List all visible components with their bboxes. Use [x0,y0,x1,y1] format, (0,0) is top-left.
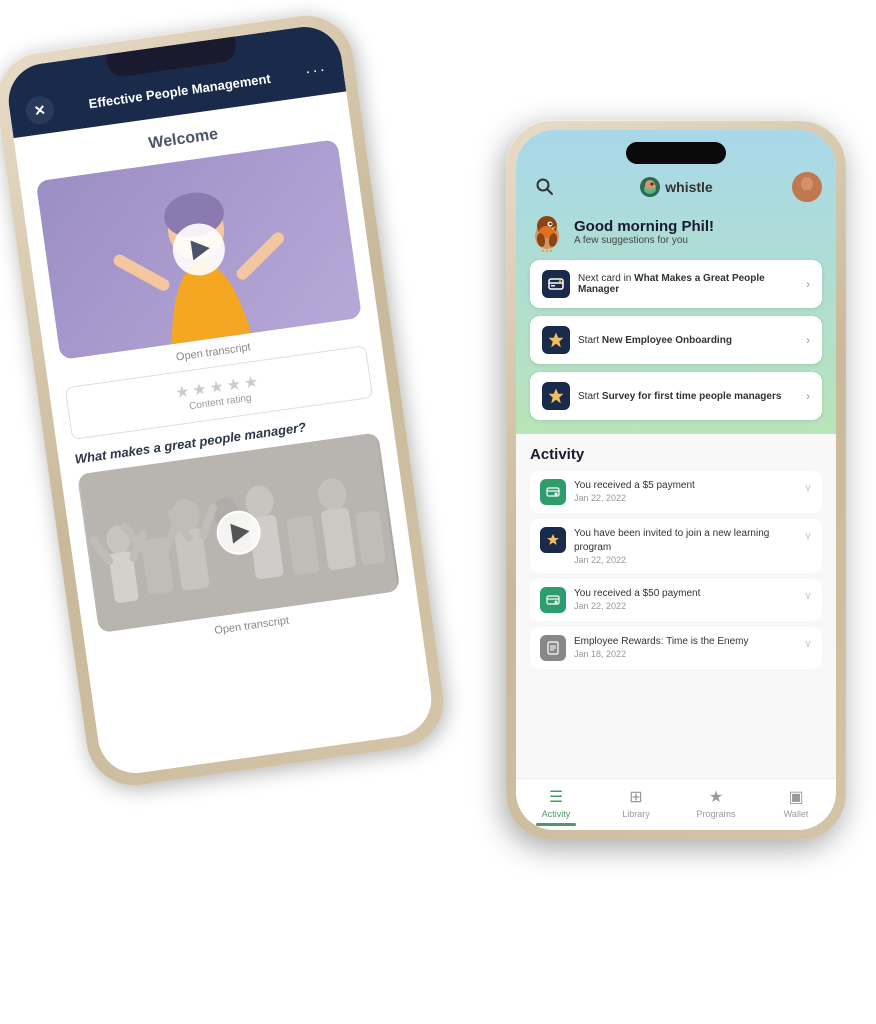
video-card-2[interactable] [77,432,400,633]
suggestion-card-2[interactable]: Start New Employee Onboarding › [530,316,822,364]
activity-content-2: You have been invited to join a new lear… [574,527,796,565]
chevron-icon-1: › [806,277,810,291]
suggestion-card-3[interactable]: Start Survey for first time people manag… [530,372,822,420]
activity-content-3: You received a $50 payment Jan 22, 2022 [574,587,796,611]
activity-date-4: Jan 18, 2022 [574,649,796,659]
phone-front: whistle [506,120,846,840]
activity-date-2: Jan 22, 2022 [574,555,796,565]
logo-text: whistle [665,179,712,195]
bird-mascot [530,212,564,252]
active-indicator [536,823,576,826]
greeting-text: Good morning Phil! A few suggestions for… [574,218,714,246]
programs-nav-label: Programs [696,809,735,819]
nav-activity[interactable]: ☰ Activity [516,787,596,826]
activity-area: Activity You received a $5 payment Jan 2 [516,434,836,778]
suggestion-icon-2 [542,326,570,354]
expand-icon-1: ∨ [804,481,812,494]
phone-back-shell: ✕ Effective People Management ··· Welcom… [0,9,450,792]
nav-programs[interactable]: ★ Programs [676,787,756,826]
close-icon: ✕ [33,101,47,119]
library-nav-icon: ⊞ [629,787,642,807]
suggestion-text-3: Start Survey for first time people manag… [578,391,798,402]
phone-front-shell: whistle [506,120,846,840]
nav-library[interactable]: ⊞ Library [596,787,676,826]
expand-icon-3: ∨ [804,589,812,602]
logo-bird-icon [639,176,661,198]
programs-nav-icon: ★ [709,787,723,807]
play-icon [190,238,211,260]
payment-icon-2 [540,587,566,613]
star-icon [548,332,564,348]
learning-icon [540,527,566,553]
phone-front-screen: whistle [516,130,836,830]
close-button[interactable]: ✕ [24,94,56,126]
header-area: whistle [516,130,836,434]
user-avatar[interactable] [792,172,822,202]
suggestion-text-1: Next card in What Makes a Great People M… [578,273,798,295]
search-button[interactable] [530,172,560,202]
star-icon-2 [546,533,560,547]
scene: ✕ Effective People Management ··· Welcom… [0,0,876,1024]
suggestion-text-2: Start New Employee Onboarding [578,335,798,346]
library-nav-label: Library [622,809,650,819]
activity-item-4[interactable]: Employee Rewards: Time is the Enemy Jan … [530,627,822,669]
expand-icon-2: ∨ [804,529,812,542]
activity-item-3[interactable]: You received a $50 payment Jan 22, 2022 … [530,579,822,621]
expand-icon-4: ∨ [804,637,812,650]
suggestion-icon-1 [542,270,570,298]
activity-content-4: Employee Rewards: Time is the Enemy Jan … [574,635,796,659]
suggestion-card-1[interactable]: Next card in What Makes a Great People M… [530,260,822,308]
activity-date-1: Jan 22, 2022 [574,493,796,503]
star-badge-icon [548,388,564,404]
greeting-title: Good morning Phil! [574,218,714,235]
greeting-row: Good morning Phil! A few suggestions for… [530,212,822,252]
activity-date-3: Jan 22, 2022 [574,601,796,611]
activity-item-2[interactable]: You have been invited to join a new lear… [530,519,822,573]
phone-back: ✕ Effective People Management ··· Welcom… [0,9,450,792]
dots-menu[interactable]: ··· [304,61,328,82]
payment-icon-1 [540,479,566,505]
top-bar: whistle [530,172,822,202]
video-card-1[interactable] [36,139,362,360]
activity-content-1: You received a $5 payment Jan 22, 2022 [574,479,796,503]
side-button-power [363,127,375,187]
activity-title: Activity [530,446,822,463]
activity-text-1: You received a $5 payment [574,479,796,493]
avatar-image [792,172,822,202]
wallet-nav-label: Wallet [784,809,809,819]
activity-item-1[interactable]: You received a $5 payment Jan 22, 2022 ∨ [530,471,822,513]
activity-nav-label: Activity [542,809,571,819]
wallet-nav-icon: ▣ [788,787,803,807]
chevron-icon-3: › [806,389,810,403]
dynamic-island [626,142,726,164]
greeting-subtitle: A few suggestions for you [574,235,714,246]
suggestion-icon-3 [542,382,570,410]
nav-wallet[interactable]: ▣ Wallet [756,787,836,826]
activity-text-3: You received a $50 payment [574,587,796,601]
card-icon [548,276,564,292]
search-icon [536,178,554,196]
wallet-icon-2 [546,593,560,607]
activity-text-2: You have been invited to join a new lear… [574,527,796,555]
article-icon [540,635,566,661]
phone-back-screen: ✕ Effective People Management ··· Welcom… [4,22,436,778]
wallet-icon [546,485,560,499]
chevron-icon-2: › [806,333,810,347]
side-button-volume [375,206,385,246]
activity-text-4: Employee Rewards: Time is the Enemy [574,635,796,649]
document-icon [546,641,560,655]
activity-nav-icon: ☰ [549,787,563,807]
content-area: Welcome [14,91,423,678]
bottom-nav: ☰ Activity ⊞ Library ★ Programs ▣ Wal [516,778,836,830]
logo: whistle [639,176,712,198]
play-icon-2 [230,521,251,543]
